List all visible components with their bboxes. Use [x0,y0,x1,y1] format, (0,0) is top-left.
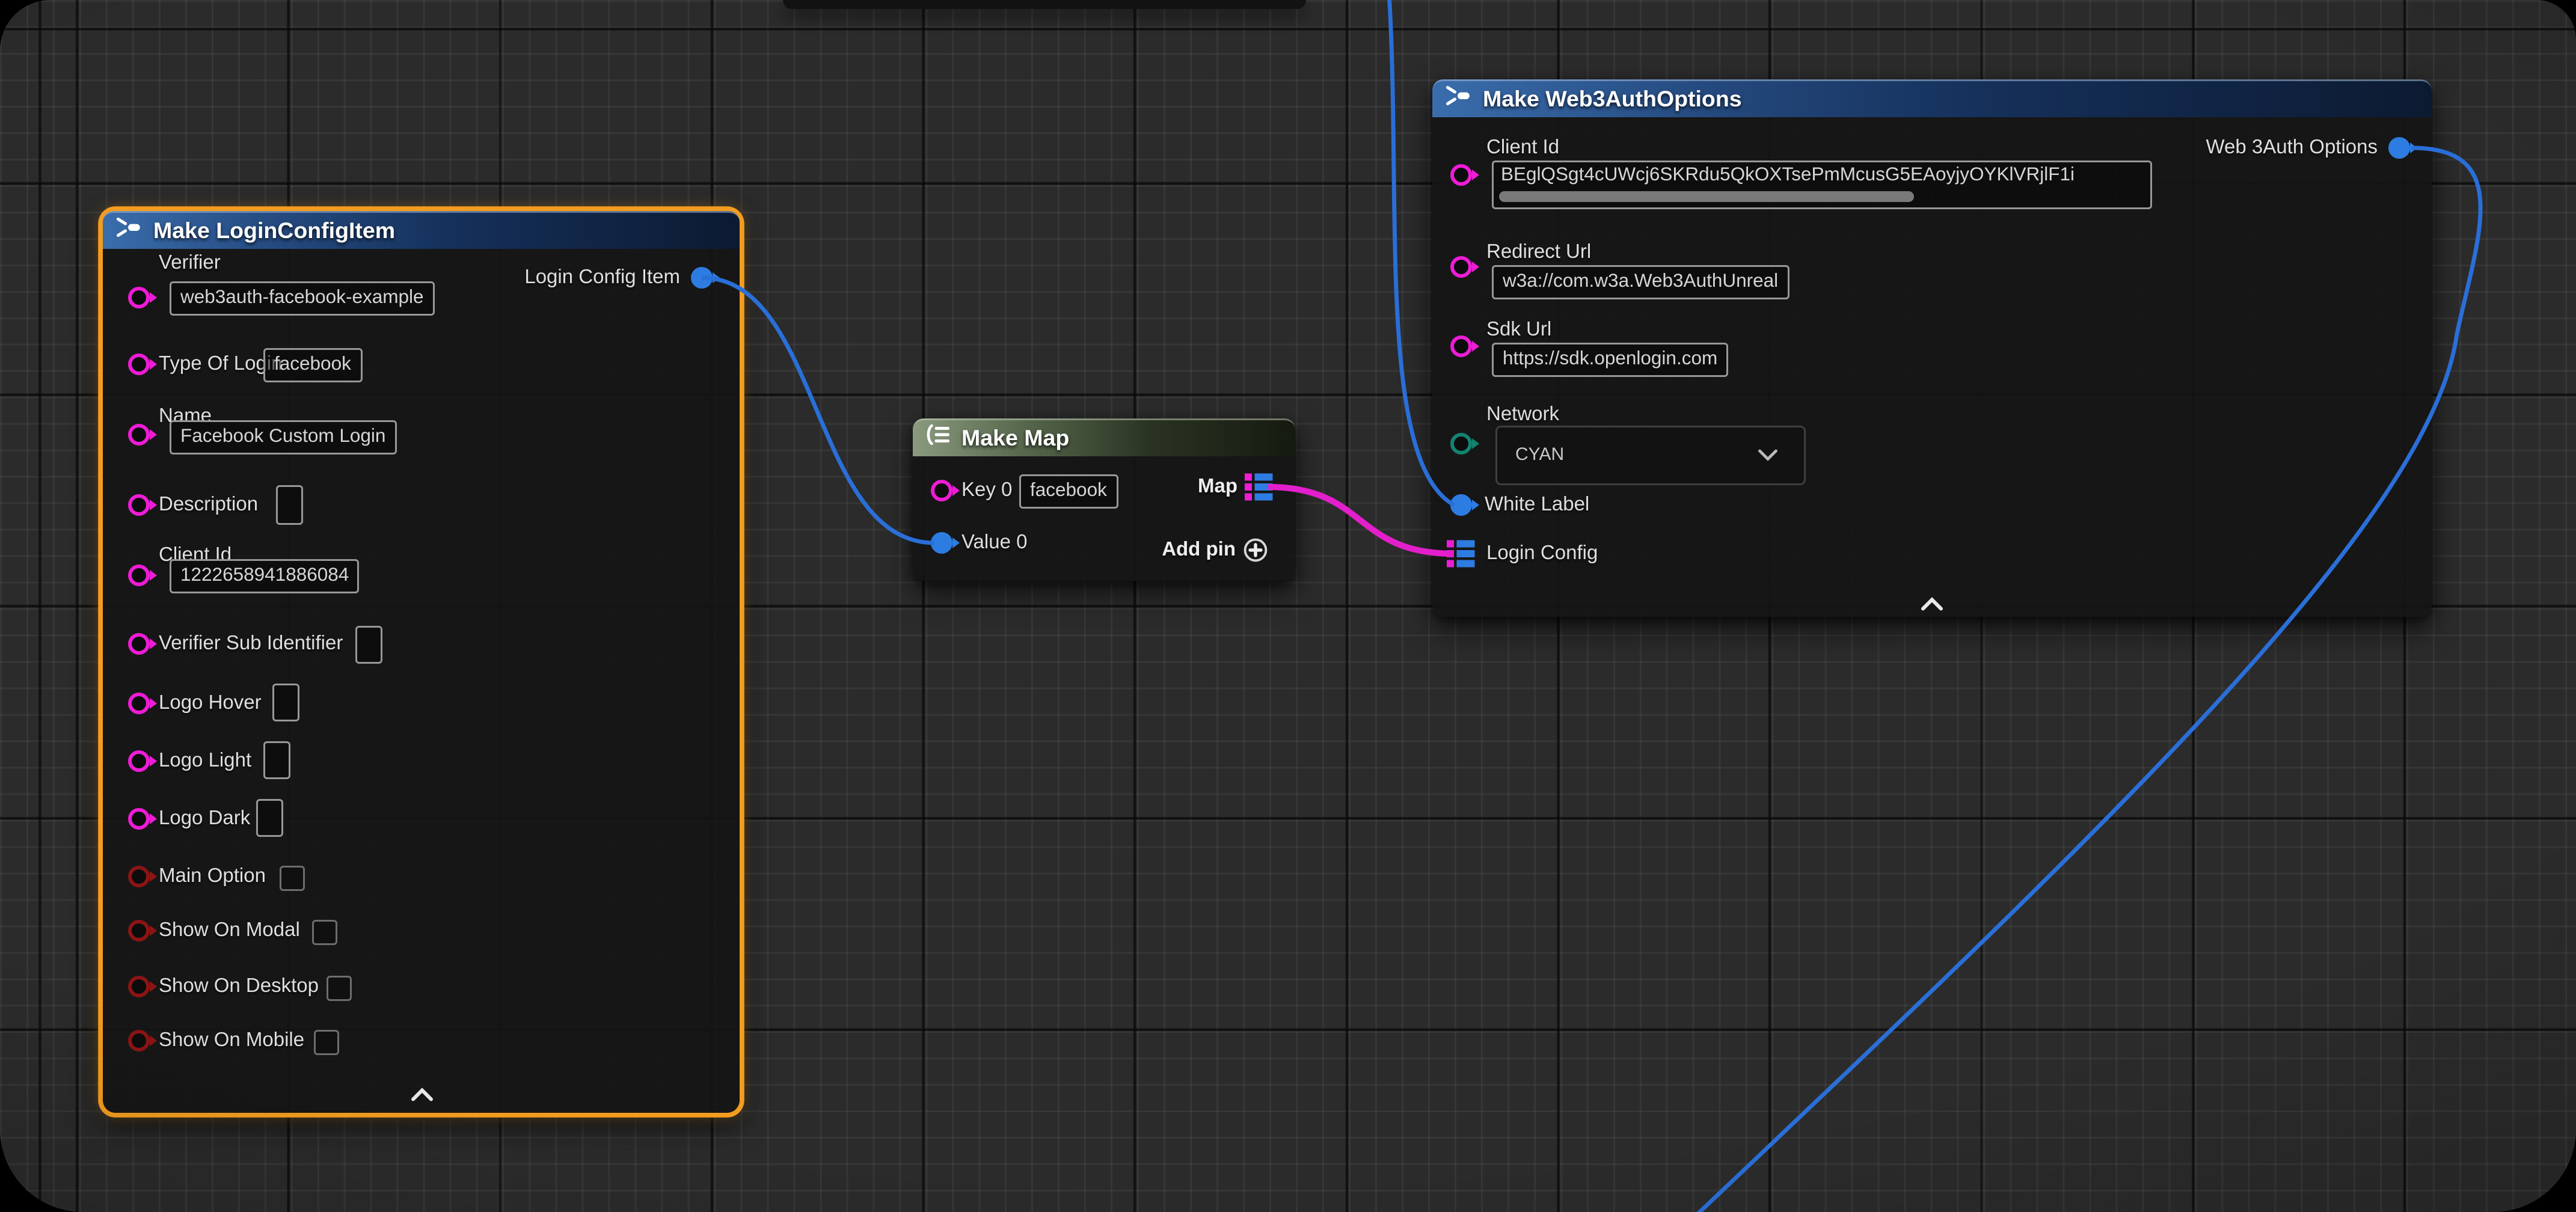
pin-redirect-url[interactable] [1450,256,1471,277]
make-struct-icon [115,215,143,247]
pin-label-login-config: Login Config [1486,541,1598,566]
pin-verifier[interactable] [127,286,149,308]
sdk-url-input[interactable]: https://sdk.openlogin.com [1492,343,1728,377]
pin-show-on-modal[interactable] [127,919,149,941]
pin-label-value0: Value 0 [961,530,1028,556]
network-selected-value: CYAN [1497,445,1757,465]
chevron-down-icon [1757,449,1779,462]
show-on-mobile-checkbox[interactable] [314,1030,339,1055]
client-id-text: BEglQSgt4cUWcj6SKRdu5QkOXTsePmMcusG5EAoy… [1494,162,2150,188]
name-input[interactable]: Facebook Custom Login [170,420,396,454]
client-id-input[interactable]: BEglQSgt4cUWcj6SKRdu5QkOXTsePmMcusG5EAoy… [1492,161,2152,209]
logo-hover-input[interactable] [272,684,299,721]
make-container-icon [925,422,951,454]
verifier-input[interactable]: web3auth-facebook-example [170,281,435,316]
pin-label-description: Description [159,492,258,518]
output-pin-label: Web 3Auth Options [2206,135,2378,161]
pin-label-key0: Key 0 [961,478,1012,503]
horizontal-scrollbar[interactable] [1499,191,1914,202]
show-on-modal-checkbox[interactable] [312,920,337,945]
pin-client-id[interactable] [127,564,149,586]
pin-show-on-mobile[interactable] [127,1029,149,1051]
pin-verifier-sub-identifier[interactable] [127,632,149,654]
pin-label-verifier: Verifier [159,251,221,276]
pin-label-logo-dark: Logo Dark [159,806,250,831]
pin-label-logo-hover: Logo Hover [159,691,262,716]
pin-label-white-label: White Label [1485,492,1589,518]
node-title: Make Map [961,426,1069,451]
key0-input[interactable]: facebook [1019,474,1118,509]
main-option-checkbox[interactable] [280,866,305,891]
pin-client-id[interactable] [1450,164,1471,185]
verifier-sub-identifier-input[interactable] [355,626,382,664]
network-dropdown[interactable]: CYAN [1495,426,1806,485]
node-make-web3authoptions[interactable]: Make Web3AuthOptions Web 3Auth Options C… [1432,79,2432,617]
pin-logo-dark[interactable] [127,807,149,829]
plus-circle-icon[interactable] [1243,537,1268,572]
pin-main-option[interactable] [127,865,149,887]
node-header[interactable]: Make LoginConfigItem [103,211,740,249]
node-header[interactable]: Make Web3AuthOptions [1432,79,2432,117]
pin-label-redirect-url: Redirect Url [1486,240,1591,265]
logo-dark-input[interactable] [256,799,283,837]
pin-label-map-out: Map [1198,474,1237,500]
add-pin-label[interactable]: Add pin [1162,537,1236,563]
pin-sdk-url[interactable] [1450,335,1471,357]
collapse-node-chevron-icon[interactable] [409,1079,435,1111]
blueprint-canvas[interactable]: Make LoginConfigItem Login Config Item V… [0,0,2576,1212]
client-id-input[interactable]: 1222658941886084 [170,559,360,593]
pin-label-network: Network [1486,402,1559,427]
make-struct-icon [1445,83,1472,115]
pin-logo-light[interactable] [127,750,149,771]
pin-logo-hover[interactable] [127,692,149,714]
pin-web3auth-options-out[interactable] [2388,136,2409,158]
node-make-loginconfigitem[interactable]: Make LoginConfigItem Login Config Item V… [103,211,740,1113]
pin-label-show-on-desktop: Show On Desktop [159,974,319,999]
pin-type-of-login[interactable] [127,353,149,375]
pin-label-show-on-mobile: Show On Mobile [159,1028,304,1053]
pin-label-verifier-sub-identifier: Verifier Sub Identifier [159,631,343,656]
node-title: Make Web3AuthOptions [1483,87,1742,112]
pin-name[interactable] [127,423,149,445]
pin-show-on-desktop[interactable] [127,975,149,997]
node-make-map[interactable]: Make Map Key 0 facebook Map Value 0 Add … [913,418,1295,581]
pin-label-show-on-modal: Show On Modal [159,918,300,943]
description-input[interactable] [276,485,303,525]
logo-light-input[interactable] [263,741,290,779]
pin-label-sdk-url: Sdk Url [1486,317,1551,343]
type-of-login-input[interactable]: facebook [263,348,362,382]
pin-key0[interactable] [930,479,952,501]
collapse-node-chevron-icon[interactable] [1919,588,1945,620]
pin-description[interactable] [127,494,149,515]
pin-network[interactable] [1450,432,1471,454]
node-title: Make LoginConfigItem [153,218,395,243]
pin-label-client-id: Client Id [1486,135,1559,161]
node-header[interactable]: Make Map [913,418,1295,456]
show-on-desktop-checkbox[interactable] [327,976,352,1001]
offscreen-node-edge[interactable] [783,0,1306,9]
pin-label-main-option: Main Option [159,864,266,889]
output-pin-label: Login Config Item [524,265,680,290]
pin-label-logo-light: Logo Light [159,748,251,774]
redirect-url-input[interactable]: w3a://com.w3a.Web3AuthUnreal [1492,265,1789,299]
